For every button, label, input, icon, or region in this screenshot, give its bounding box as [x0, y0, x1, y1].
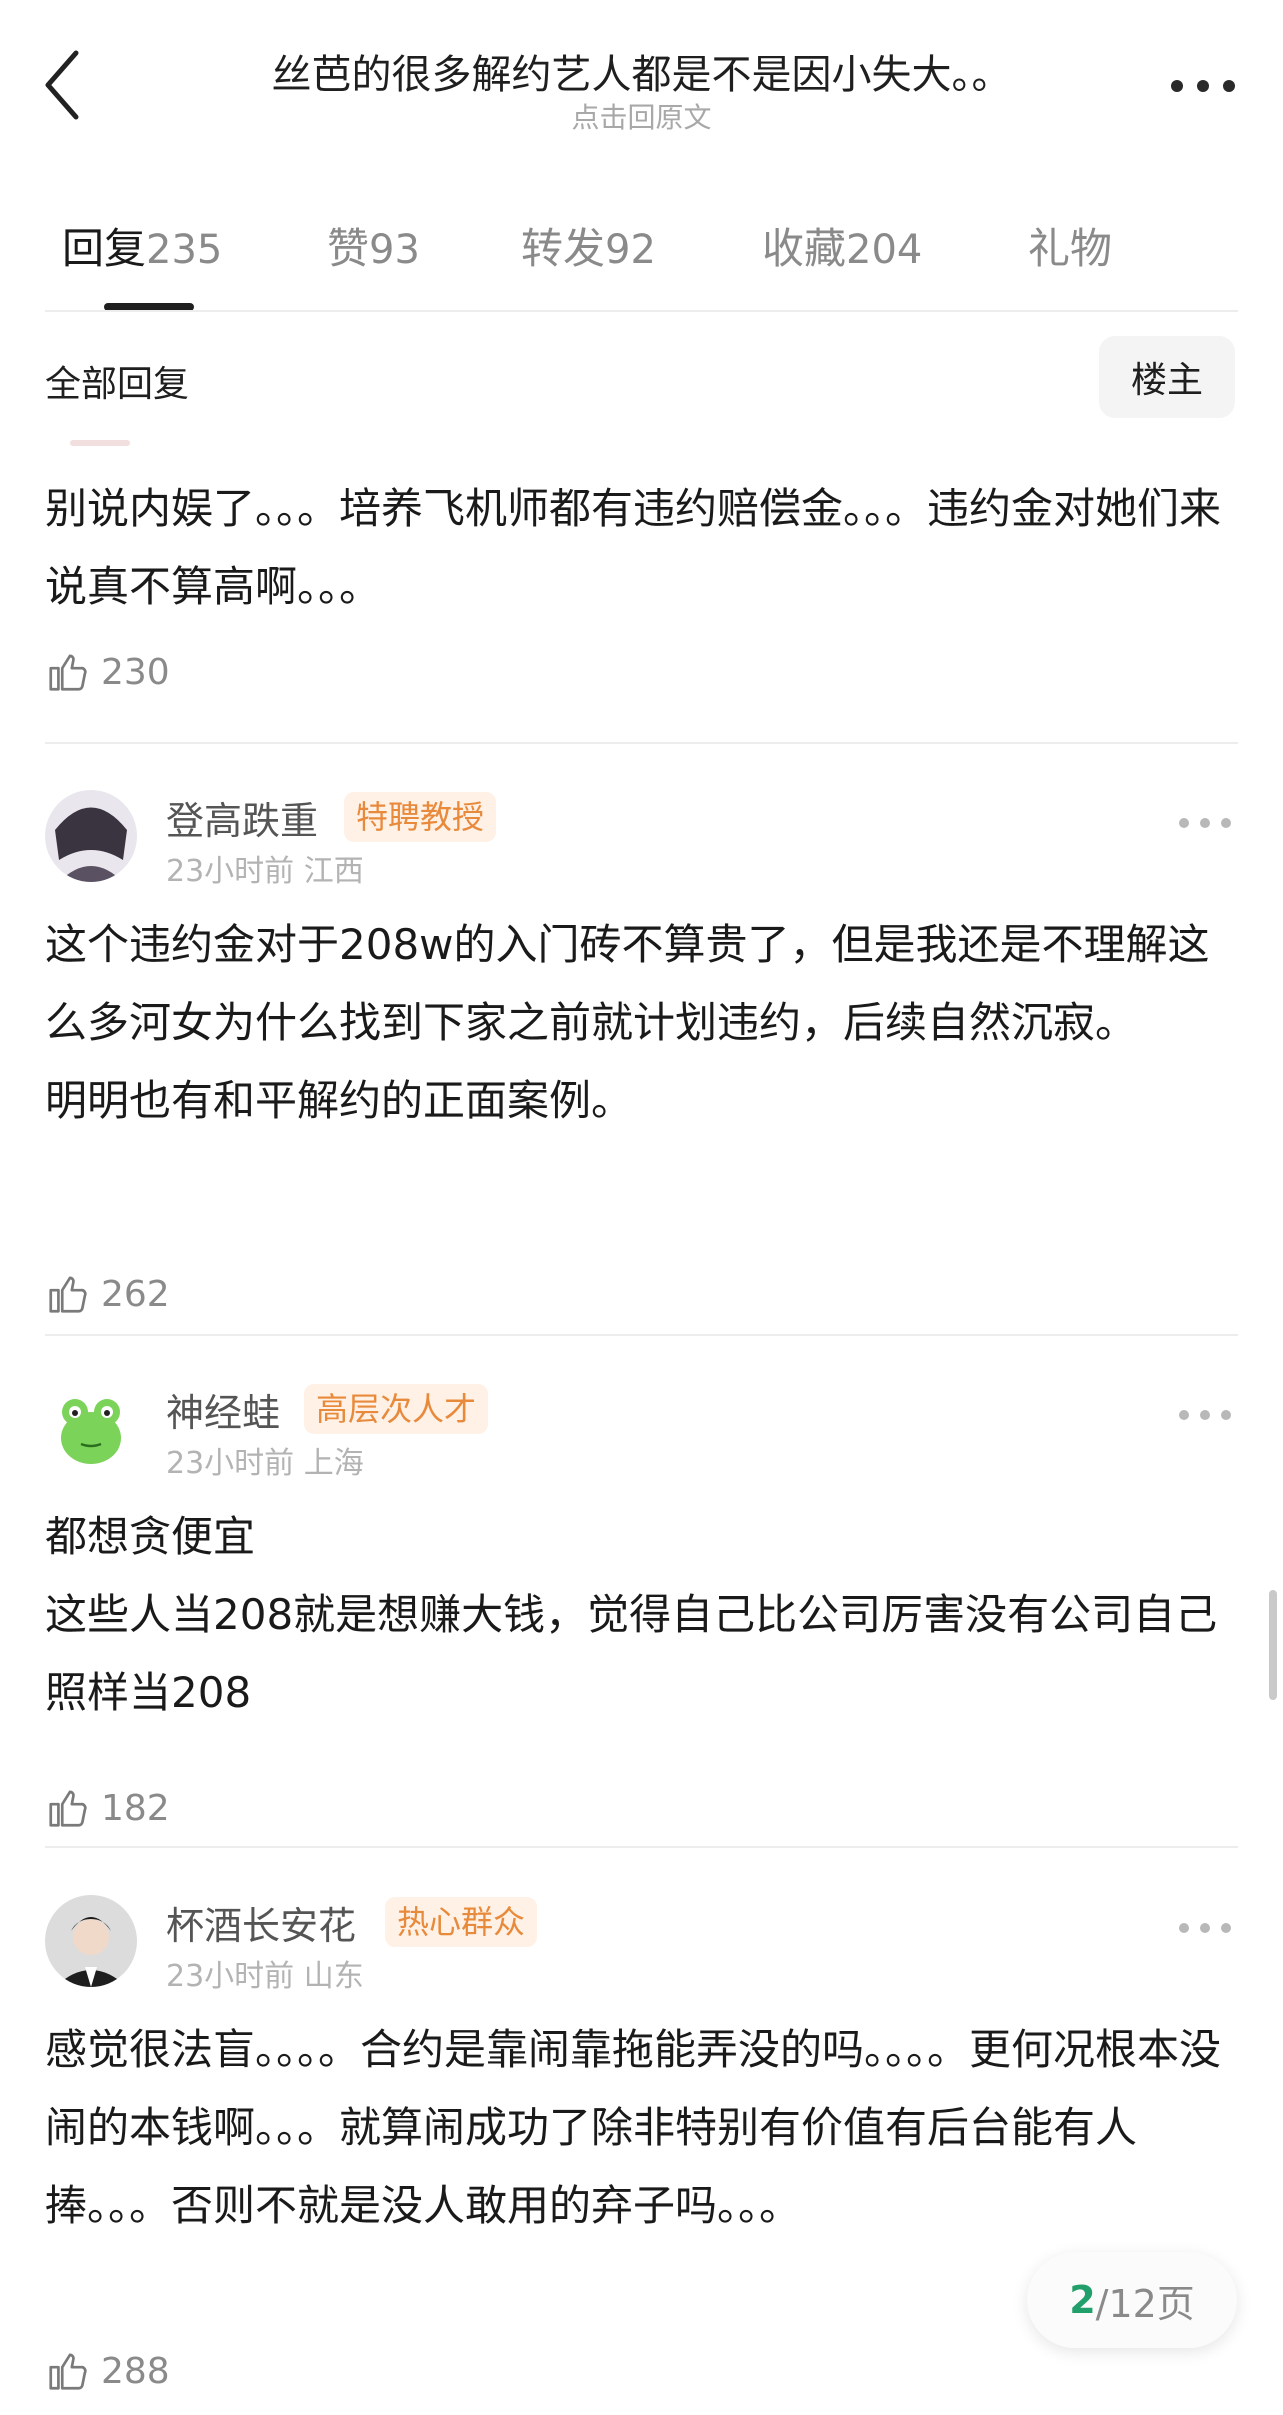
- tab-count: 92: [605, 227, 656, 273]
- op-filter-button[interactable]: 楼主: [1099, 336, 1235, 418]
- comment-time: 23小时前: [166, 854, 295, 889]
- thumbs-up-icon: [49, 2353, 87, 2390]
- avatar[interactable]: [45, 1895, 137, 1987]
- comment-item: 神经蛙 高层次人才 23小时前 上海 都想贪便宜 这些人当208就是想赚大钱，觉…: [0, 1382, 1283, 1842]
- comment-meta: 23小时前 江西: [166, 846, 364, 890]
- divider: [45, 1846, 1238, 1848]
- like-count: 182: [101, 1787, 170, 1829]
- tab-replies[interactable]: 回复235: [62, 215, 222, 276]
- like-count: 288: [101, 2350, 170, 2392]
- comment-time: 23小时前: [166, 1446, 295, 1481]
- avatar[interactable]: [45, 790, 137, 882]
- user-title-badge: 热心群众: [385, 1897, 538, 1947]
- comment-meta: 23小时前 上海: [166, 1438, 364, 1482]
- current-page: 2: [1069, 2278, 1096, 2322]
- comment-more-icon[interactable]: [1175, 1394, 1235, 1434]
- page-total: /12页: [1095, 2281, 1195, 2326]
- more-options-icon[interactable]: [1163, 60, 1243, 110]
- comment-text: 别说内娱了。。。培养飞机师都有违约赔偿金。。。违约金对她们来说真不算高啊。。。: [45, 470, 1238, 626]
- comment-paragraph: 这些人当208就是想赚大钱，觉得自己比公司厉害没有公司自己照样当208: [45, 1590, 1218, 1717]
- user-title-badge: 高层次人才: [304, 1384, 489, 1434]
- comment-location: 上海: [303, 1446, 364, 1481]
- divider: [45, 1334, 1238, 1336]
- page-indicator[interactable]: 2/12页: [1027, 2252, 1237, 2348]
- comment-more-icon[interactable]: [1175, 802, 1235, 842]
- user-title-badge: 特聘教授: [344, 792, 497, 842]
- like-button[interactable]: 182: [45, 1778, 170, 1838]
- divider: [45, 742, 1238, 744]
- comment-paragraph: 感觉很法盲。。。。合约是靠闹靠拖能弄没的吗。。。。更何况根本没闹的本钱啊。。。就…: [45, 2025, 1222, 2230]
- avatar[interactable]: [45, 1382, 137, 1474]
- comment-more-icon[interactable]: [1175, 1907, 1235, 1947]
- comment-meta: 23小时前 山东: [166, 1951, 364, 1995]
- comment-paragraph: 明明也有和平解约的正面案例。: [45, 1076, 634, 1125]
- tab-label: 赞: [327, 224, 370, 273]
- thumbs-up-icon: [49, 1790, 87, 1827]
- like-button[interactable]: 288: [45, 2341, 170, 2401]
- tab-gifts[interactable]: 礼物: [1028, 215, 1112, 276]
- top-bar: 丝芭的很多解约艺人都是不是因小失大。。 点击回原文: [0, 0, 1283, 160]
- tab-label: 回复: [62, 224, 147, 273]
- like-button[interactable]: 230: [45, 642, 170, 702]
- comment-paragraph: 这个违约金对于208w的入门砖不算贵了，但是我还是不理解这么多河女为什么找到下家…: [45, 920, 1210, 1047]
- username[interactable]: 杯酒长安花: [166, 1895, 356, 1950]
- tab-count: 204: [846, 227, 923, 273]
- comment-text: 都想贪便宜 这些人当208就是想赚大钱，觉得自己比公司厉害没有公司自己照样当20…: [45, 1498, 1238, 1732]
- tab-likes[interactable]: 赞93: [327, 215, 420, 276]
- like-count: 230: [101, 651, 170, 693]
- comment-item: 登高跌重 特聘教授 23小时前 江西 这个违约金对于208w的入门砖不算贵了，但…: [0, 790, 1283, 1330]
- thumbs-up-icon: [49, 1276, 87, 1313]
- thumbs-up-icon: [49, 654, 87, 691]
- avatar-edge: [70, 440, 130, 446]
- all-replies-label: 全部回复: [45, 364, 190, 405]
- tab-reposts[interactable]: 转发92: [521, 215, 656, 276]
- tab-count: 235: [146, 227, 223, 273]
- username[interactable]: 神经蛙: [166, 1382, 280, 1437]
- back-to-original-link[interactable]: 点击回原文: [0, 96, 1283, 136]
- comment-paragraph: 别说内娱了。。。培养飞机师都有违约赔偿金。。。违约金对她们来说真不算高啊。。。: [45, 484, 1222, 611]
- scrollbar[interactable]: [1269, 1590, 1277, 1700]
- tab-label: 转发: [521, 224, 606, 273]
- comment-paragraph: 都想贪便宜: [45, 1512, 256, 1561]
- comment-text: 感觉很法盲。。。。合约是靠闹靠拖能弄没的吗。。。。更何况根本没闹的本钱啊。。。就…: [45, 2011, 1238, 2245]
- comment-location: 山东: [303, 1959, 364, 1994]
- tab-count: 93: [369, 227, 420, 273]
- post-title[interactable]: 丝芭的很多解约艺人都是不是因小失大。。: [180, 42, 1103, 100]
- tab-label: 收藏: [762, 224, 847, 273]
- like-count: 262: [101, 1273, 170, 1315]
- divider: [45, 310, 1238, 312]
- comment-location: 江西: [303, 854, 364, 889]
- tab-bar: 回复235 赞93 转发92 收藏204 礼物: [0, 195, 1283, 311]
- like-button[interactable]: 262: [45, 1264, 170, 1324]
- comment-time: 23小时前: [166, 1959, 295, 1994]
- tab-label: 礼物: [1028, 224, 1113, 273]
- comment-item: 别说内娱了。。。培养飞机师都有违约赔偿金。。。违约金对她们来说真不算高啊。。。 …: [0, 440, 1283, 740]
- tab-favorites[interactable]: 收藏204: [762, 215, 922, 276]
- comment-text: 这个违约金对于208w的入门砖不算贵了，但是我还是不理解这么多河女为什么找到下家…: [45, 906, 1238, 1140]
- username[interactable]: 登高跌重: [166, 790, 318, 845]
